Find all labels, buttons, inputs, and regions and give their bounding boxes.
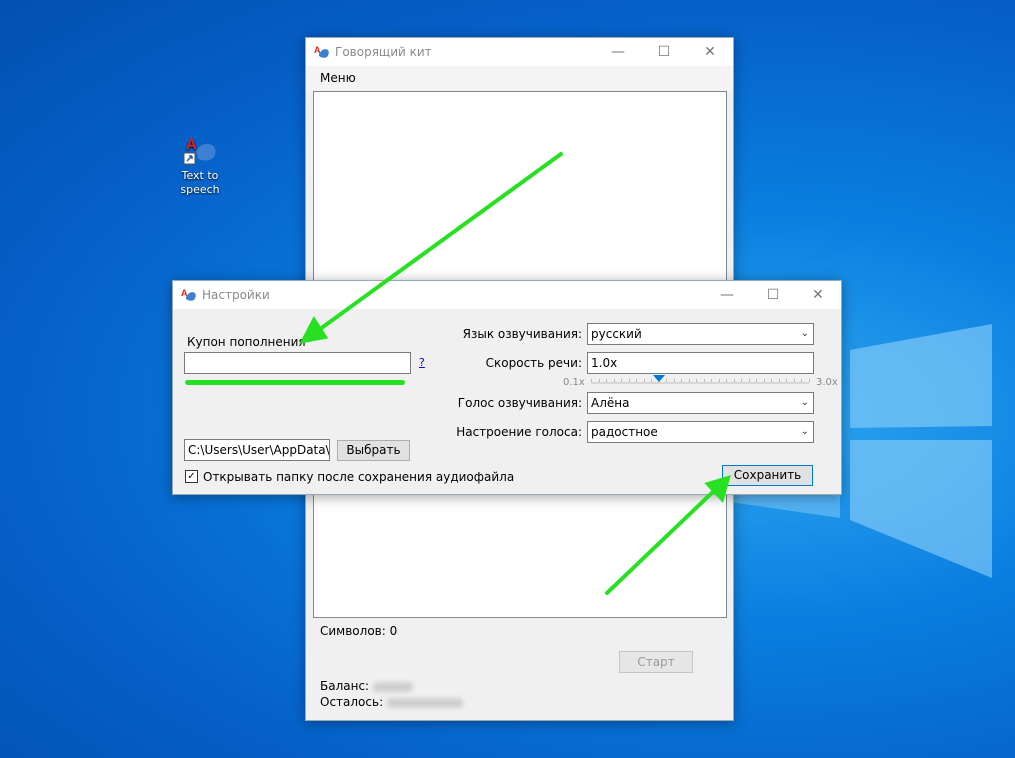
speed-slider-track[interactable] xyxy=(591,382,809,384)
app-logo-icon: A xyxy=(314,45,329,58)
desktop-shortcut-text-to-speech[interactable]: A Text to speech xyxy=(170,133,230,197)
chevron-down-icon: ⌄ xyxy=(800,426,809,437)
voice-select[interactable]: Алёна ⌄ xyxy=(587,392,814,414)
choose-folder-button[interactable]: Выбрать xyxy=(337,440,410,461)
settings-title: Настройки xyxy=(202,288,270,302)
close-icon[interactable]: ✕ xyxy=(795,281,841,309)
remaining-value-redacted xyxy=(386,697,463,708)
slider-tick xyxy=(718,379,720,382)
maximize-icon[interactable]: ☐ xyxy=(641,38,687,66)
slider-tick xyxy=(809,379,810,382)
slider-tick xyxy=(726,379,728,382)
balance-value-redacted xyxy=(372,681,413,692)
slider-tick xyxy=(748,379,750,382)
slider-tick xyxy=(786,379,788,382)
open-folder-label: Открывать папку после сохранения аудиофа… xyxy=(203,470,515,484)
slider-tick xyxy=(681,379,683,382)
main-window-title: Говорящий кит xyxy=(335,45,432,59)
slider-tick xyxy=(778,379,780,382)
language-value: русский xyxy=(591,327,642,341)
slider-tick xyxy=(801,379,803,382)
voice-label: Голос озвучивания: xyxy=(457,396,582,410)
remaining-label: Осталось: xyxy=(320,695,384,709)
minimize-icon[interactable]: — xyxy=(704,281,750,309)
balance-label: Баланс: xyxy=(320,679,370,693)
svg-text:A: A xyxy=(186,136,197,153)
maximize-icon[interactable]: ☐ xyxy=(750,281,796,309)
start-button[interactable]: Старт xyxy=(619,651,693,673)
slider-tick xyxy=(733,379,735,382)
coupon-input[interactable] xyxy=(184,352,411,374)
coupon-help-link[interactable]: ? xyxy=(419,356,425,369)
slider-tick xyxy=(711,379,713,382)
close-icon[interactable]: ✕ xyxy=(687,38,733,66)
slider-tick xyxy=(741,379,743,382)
menubar: Меню xyxy=(306,66,733,90)
minimize-icon[interactable]: — xyxy=(595,38,641,66)
slider-tick xyxy=(696,379,698,382)
slider-tick xyxy=(703,379,705,382)
slider-tick xyxy=(643,379,645,382)
desktop-icon-label: Text to speech xyxy=(180,169,220,196)
speed-slider-thumb[interactable] xyxy=(652,375,665,382)
main-titlebar: A Говорящий кит — ☐ ✕ xyxy=(306,38,733,66)
save-path-input[interactable]: C:\Users\User\AppData\Lo xyxy=(184,439,330,461)
settings-dialog: A Настройки — ☐ ✕ Купон пополнения ? C:\… xyxy=(172,280,842,495)
slider-tick xyxy=(598,379,600,382)
chars-counter: Символов: 0 xyxy=(320,624,398,638)
slider-tick xyxy=(666,379,668,382)
slider-tick xyxy=(591,379,592,382)
remaining-row: Осталось: xyxy=(320,695,463,709)
app-logo-icon: A xyxy=(181,288,196,301)
mood-select[interactable]: радостное ⌄ xyxy=(587,421,814,443)
speed-label: Скорость речи: xyxy=(485,356,582,370)
speed-max-label: 3.0x xyxy=(816,377,838,388)
annotation-underline xyxy=(185,380,405,385)
language-select[interactable]: русский ⌄ xyxy=(587,323,814,345)
slider-tick xyxy=(688,379,690,382)
slider-tick xyxy=(621,379,623,382)
app-logo-icon: A xyxy=(182,133,218,167)
checkmark-icon: ✓ xyxy=(187,471,196,482)
open-folder-checkbox[interactable]: ✓ xyxy=(185,470,198,483)
slider-tick xyxy=(756,379,758,382)
mood-value: радостное xyxy=(591,425,658,439)
voice-value: Алёна xyxy=(591,396,630,410)
coupon-label: Купон пополнения xyxy=(187,335,306,349)
mood-label: Настроение голоса: xyxy=(456,425,582,439)
chevron-down-icon: ⌄ xyxy=(800,397,809,408)
slider-tick xyxy=(606,379,608,382)
chevron-down-icon: ⌄ xyxy=(800,328,809,339)
slider-tick xyxy=(763,379,765,382)
slider-tick xyxy=(793,379,795,382)
slider-tick xyxy=(613,379,615,382)
slider-tick xyxy=(673,379,675,382)
save-button[interactable]: Сохранить xyxy=(722,465,813,486)
slider-tick xyxy=(636,379,638,382)
speed-input[interactable]: 1.0x xyxy=(587,352,814,374)
menu-item[interactable]: Меню xyxy=(320,71,356,85)
language-label: Язык озвучивания: xyxy=(462,327,582,341)
slider-tick xyxy=(771,379,773,382)
settings-titlebar: A Настройки — ☐ ✕ xyxy=(173,281,841,309)
balance-row: Баланс: xyxy=(320,679,413,693)
slider-tick xyxy=(628,379,630,382)
speed-min-label: 0.1x xyxy=(563,377,585,388)
